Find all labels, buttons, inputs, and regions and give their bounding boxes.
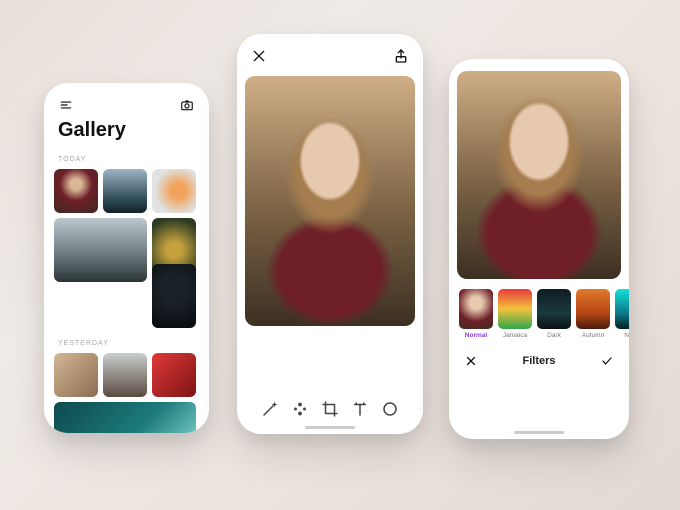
magic-wand-icon[interactable] — [261, 400, 279, 418]
filter-thumb — [576, 289, 610, 329]
close-icon[interactable] — [251, 48, 267, 64]
filter-neon[interactable]: Neon — [615, 289, 629, 339]
filter-label: Neon — [615, 332, 629, 339]
filters-screen: Normal Jamaica Dark Autumn Neon Filters — [449, 59, 629, 439]
photo-preview[interactable] — [245, 76, 415, 326]
editor-toolbar — [237, 400, 423, 418]
photo-thumb[interactable] — [103, 169, 147, 213]
photo-thumb[interactable] — [54, 402, 196, 433]
adjust-icon[interactable] — [291, 400, 309, 418]
confirm-icon[interactable] — [599, 353, 615, 369]
photo-thumb[interactable] — [152, 264, 196, 328]
photo-thumb[interactable] — [152, 353, 196, 397]
photo-preview[interactable] — [457, 71, 621, 279]
shape-icon[interactable] — [381, 400, 399, 418]
editor-screen — [237, 34, 423, 434]
crop-icon[interactable] — [321, 400, 339, 418]
text-icon[interactable] — [351, 400, 369, 418]
photo-thumb[interactable] — [54, 353, 98, 397]
home-indicator — [305, 426, 355, 429]
filter-label: Normal — [459, 332, 493, 339]
photo-thumb[interactable] — [54, 169, 98, 213]
filter-thumb — [537, 289, 571, 329]
filters-row: Normal Jamaica Dark Autumn Neon — [449, 279, 629, 343]
section-today-label: TODAY — [44, 152, 209, 169]
filter-thumb — [498, 289, 532, 329]
gallery-screen: Gallery TODAY YESTERDAY — [44, 83, 209, 433]
filter-label: Autumn — [576, 332, 610, 339]
cancel-icon[interactable] — [463, 353, 479, 369]
filter-dark[interactable]: Dark — [537, 289, 571, 339]
photo-thumb[interactable] — [54, 218, 147, 282]
filter-normal[interactable]: Normal — [459, 289, 493, 339]
filter-thumb — [615, 289, 629, 329]
camera-icon[interactable] — [179, 97, 195, 113]
filter-thumb — [459, 289, 493, 329]
photo-thumb[interactable] — [152, 169, 196, 213]
menu-icon[interactable] — [58, 97, 74, 113]
filter-autumn[interactable]: Autumn — [576, 289, 610, 339]
filter-label: Dark — [537, 332, 571, 339]
page-title: Gallery — [44, 119, 209, 152]
home-indicator — [514, 431, 564, 434]
share-icon[interactable] — [393, 48, 409, 64]
filter-jamaica[interactable]: Jamaica — [498, 289, 532, 339]
photo-thumb[interactable] — [103, 353, 147, 397]
filters-bar: Filters — [449, 343, 629, 369]
yesterday-grid — [44, 353, 209, 433]
today-grid — [44, 169, 209, 336]
filters-title: Filters — [522, 355, 555, 367]
filter-label: Jamaica — [498, 332, 532, 339]
section-yesterday-label: YESTERDAY — [44, 336, 209, 353]
